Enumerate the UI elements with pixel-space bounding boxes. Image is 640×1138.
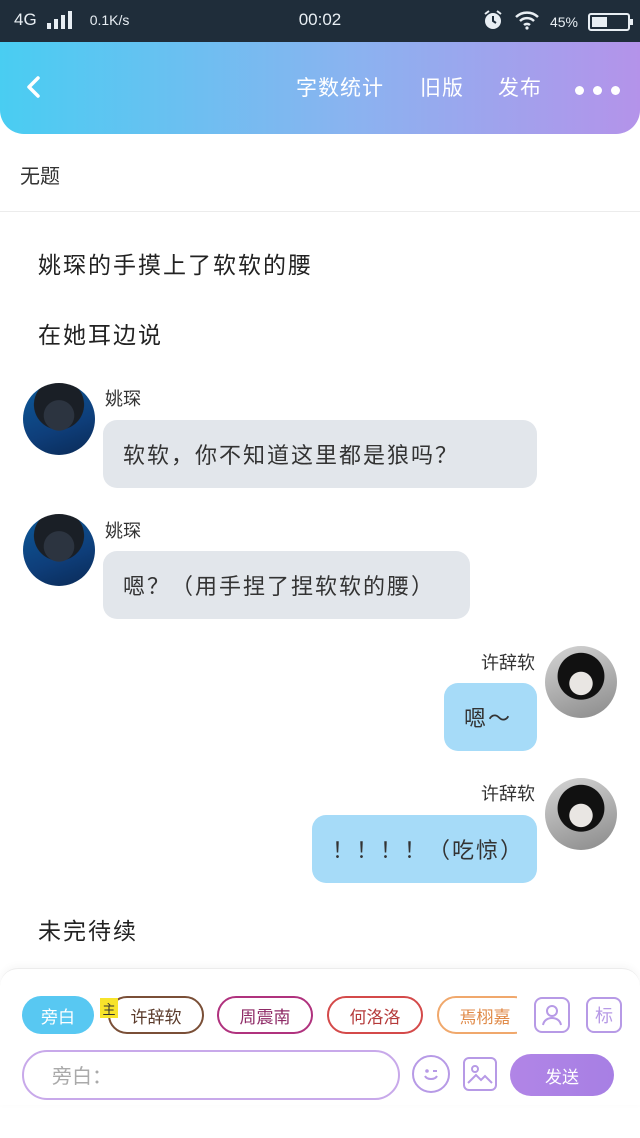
- emoji-icon[interactable]: [412, 1055, 450, 1093]
- sender-name: 姚琛: [105, 521, 141, 542]
- battery-percent: 45%: [549, 13, 578, 30]
- title-row[interactable]: 无题: [0, 134, 640, 212]
- role-chip-xuciruan[interactable]: 许辞软: [108, 996, 204, 1034]
- battery-icon: [588, 12, 633, 31]
- old-version-button[interactable]: 旧版: [420, 72, 464, 102]
- message-input-box[interactable]: [22, 1050, 400, 1100]
- publish-button[interactable]: 发布: [498, 72, 542, 102]
- editor-header: 字数统计 旧版 发布: [0, 42, 640, 134]
- mark-button[interactable]: 标: [586, 997, 622, 1033]
- sender-name: 姚琛: [105, 389, 141, 410]
- avatar-xuciruan: [545, 778, 617, 850]
- wifi-icon: [514, 10, 540, 33]
- alarm-icon: [482, 9, 504, 34]
- narration-line: 在她耳边说: [38, 323, 163, 349]
- role-chip-clip: 焉栩嘉: [437, 996, 517, 1034]
- word-count-button[interactable]: 字数统计: [296, 72, 384, 102]
- avatar-xuciruan: [545, 646, 617, 718]
- message-bubble[interactable]: ！！！！（吃惊）: [312, 815, 537, 883]
- image-icon[interactable]: [463, 1057, 497, 1091]
- character-icon[interactable]: [534, 997, 570, 1033]
- sender-name: 许辞软: [481, 653, 535, 674]
- role-chip-zhouzhennan[interactable]: 周震南: [217, 996, 313, 1034]
- message-bubble[interactable]: 软软，你不知道这里都是狼吗？: [103, 420, 537, 488]
- back-icon[interactable]: [20, 72, 50, 102]
- send-button[interactable]: 发送: [510, 1054, 614, 1096]
- sender-name: 许辞软: [481, 784, 535, 805]
- role-chip-yanxujia[interactable]: 焉栩嘉: [437, 996, 517, 1034]
- battery-level: [592, 16, 607, 27]
- message-bubble[interactable]: 嗯～: [444, 683, 537, 751]
- message-bubble[interactable]: 嗯？（用手捏了捏软软的腰）: [103, 551, 470, 619]
- main-role-badge: 主: [100, 998, 118, 1018]
- role-chip-narrator[interactable]: 旁白: [22, 996, 94, 1034]
- status-bar: 4G 0.1K/s 00:02 45%: [0, 0, 640, 42]
- story-title: 无题: [20, 164, 60, 188]
- status-right: 45%: [482, 9, 633, 34]
- avatar-yaochen: [23, 383, 95, 455]
- role-chip-heluoluo[interactable]: 何洛洛: [327, 996, 423, 1034]
- narration-line: 未完待续: [38, 919, 138, 945]
- message-input[interactable]: [50, 1061, 384, 1091]
- avatar-yaochen: [23, 514, 95, 586]
- more-icon[interactable]: [575, 86, 620, 95]
- narration-line: 姚琛的手摸上了软软的腰: [38, 253, 313, 279]
